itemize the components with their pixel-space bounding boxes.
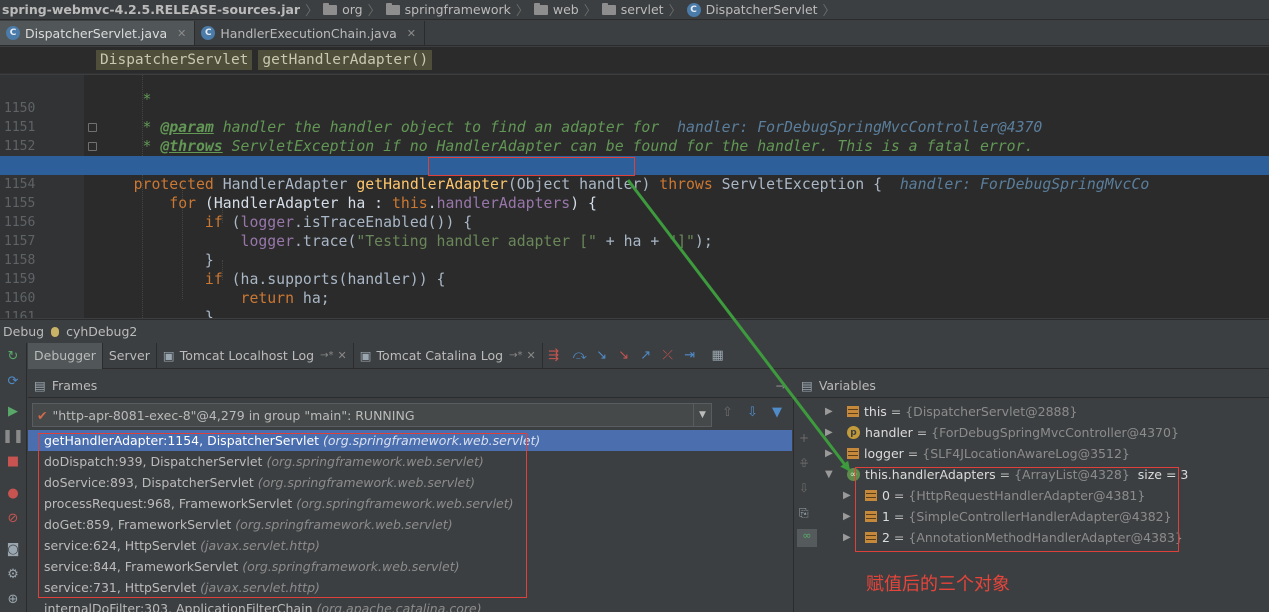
annotation-text: 赋值后的三个对象 xyxy=(866,574,1010,595)
annotation-arrow xyxy=(626,179,851,472)
